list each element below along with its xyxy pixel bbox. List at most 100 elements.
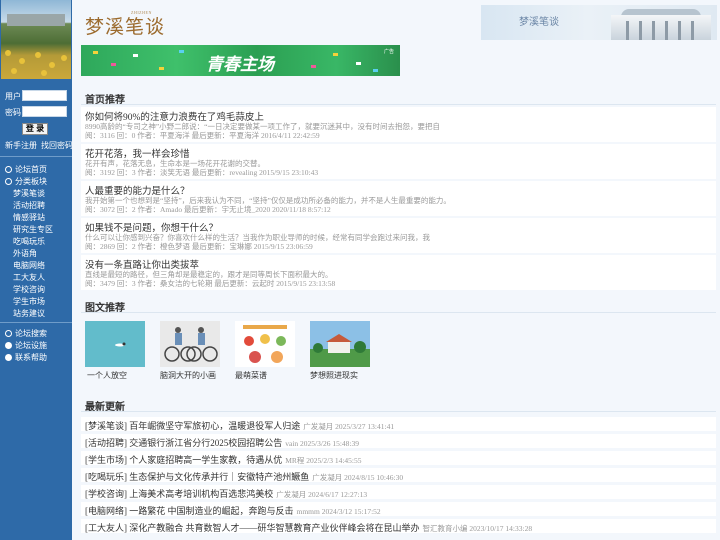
nav-search[interactable]: 论坛搜索 [5,328,47,339]
picture-caption[interactable]: 脑洞大开的小画 [160,370,216,381]
nav-home-label: 论坛首页 [15,165,47,174]
nav-search-label: 论坛搜索 [15,329,47,338]
nav-settings[interactable]: 论坛设施 [5,340,47,351]
nav-sub-item[interactable]: 电脑网络 [13,260,45,271]
cyclists-illustration [160,321,220,367]
header-banner: 梦溪笔谈 [481,5,717,40]
latest-meta: 广发凝月 2025/3/27 13:41:41 [303,422,395,431]
username-input[interactable] [22,90,67,101]
circle-icon [5,178,12,185]
post-meta: 阅：2869 回：2 作者：橙色梦语 最后更新：宝琳娜 2015/9/15 23… [85,242,313,251]
latest-item[interactable]: [吃喝玩乐] 生态保护与文化传承并行｜安徽特产池州鳜鱼 广发凝月 2024/8/1… [81,468,716,482]
register-link[interactable]: 新手注册 [5,141,37,150]
photo-flower [49,62,55,68]
latest-meta: 广发凝月 2024/8/15 10:46:30 [312,473,404,482]
nav-help-label: 联系帮助 [15,353,47,362]
latest-item[interactable]: [梦溪笔谈] 百年崛微坚守军旅初心，温暖退役军人归途 广发凝月 2025/3/27… [81,417,716,431]
ad-confetti [179,50,184,53]
nav-sub-item[interactable]: 活动招聘 [13,200,45,211]
nav-home[interactable]: 论坛首页 [5,164,47,175]
latest-meta: 广发凝月 2024/6/17 12:27:13 [276,490,368,499]
ad-confetti [333,53,338,56]
ad-confetti [311,65,316,68]
section-divider [81,411,716,412]
section-divider [81,312,716,313]
login-button[interactable]: 登 录 [22,123,48,135]
ad-badge: 广告 [383,50,394,55]
latest-title[interactable]: [活动招聘] 交通银行浙江省分行2025校园招聘公告 [85,438,282,448]
latest-title[interactable]: [学生市场] 个人家庭招聘高一学生家教，待遇从优 [85,455,282,465]
ad-confetti [133,54,138,57]
latest-meta: mmmm 2024/3/12 15:17:52 [296,507,381,516]
latest-title[interactable]: [吃喝玩乐] 生态保护与文化传承并行｜安徽特产池州鳜鱼 [85,472,309,482]
post-meta: 阅：3479 回：3 作者：桑女洁的七轮期 最后更新：云起时 2015/9/15… [85,279,336,288]
nav-sub-item[interactable]: 工大友人 [13,272,45,283]
photo-flower [19,58,25,64]
password-row: 密码 [5,106,67,118]
latest-item[interactable]: [活动招聘] 交通银行浙江省分行2025校园招聘公告 vain 2025/3/26… [81,434,716,448]
banner-column [665,21,668,40]
password-label: 密码 [5,108,21,117]
picture-thumb[interactable] [235,321,295,367]
post-meta: 阅：3072 回：2 作者：Amado 最后更新：宇无止境_2020 2020/… [85,205,331,214]
latest-title[interactable]: [电脑网络] 一路繁花 中国制造业的崛起，奔跑与反击 [85,506,294,516]
filled-circle-icon [5,354,12,361]
post-item[interactable]: 如果钱不是问题，你想干什么？ 什么可以让你感到兴奋？你喜欢什么样的生活？当我作为… [81,218,716,253]
nav-sub-item[interactable]: 学校咨询 [13,284,45,295]
latest-title[interactable]: [工大友人] 深化产教融合 共育数智人才——研华智慧教育产业伙伴峰会将在昆山举办 [85,523,420,533]
picture-thumb[interactable] [160,321,220,367]
password-input[interactable] [22,106,67,117]
sidebar-divider [0,156,72,157]
filled-circle-icon [5,342,12,349]
nav-help[interactable]: 联系帮助 [5,352,47,363]
banner-caption: 梦溪笔谈 [519,17,559,28]
latest-item[interactable]: [电脑网络] 一路繁花 中国制造业的崛起，奔跑与反击 mmmm 2024/3/12… [81,502,716,516]
nav-sub-item[interactable]: 吃喝玩乐 [13,236,45,247]
campus-photo [1,0,71,79]
photo-flower [35,52,41,58]
nav-sub-item[interactable]: 梦溪笔谈 [13,188,45,199]
nav-sub-item[interactable]: 情感驿站 [13,212,45,223]
dream-landscape-illustration [310,321,370,367]
banner-column [626,21,629,40]
post-item[interactable]: 花开花落，我一样会珍惜 花开有声，花落无息，生命本是一场花开花谢的交替。 阅：3… [81,144,716,179]
latest-item[interactable]: [学校咨询] 上海美术高考培训机构百选悲鸿美校 广发凝月 2024/6/17 12… [81,485,716,499]
post-item[interactable]: 没有一条直路让你出类拔萃 直线是最短的路径，但三角却是最稳定的，跟才是同等周长下… [81,255,716,290]
forgot-password-link[interactable]: 找回密码 [41,141,72,150]
photo-building [7,14,65,26]
picture-thumb[interactable] [85,321,145,367]
post-meta: 阅：3192 回：3 作者：淡笑无语 最后更新：revealing 2015/9… [85,168,319,177]
ad-banner[interactable]: 青春主场 广告 [81,45,400,76]
banner-column [639,21,642,40]
sidebar-divider [0,322,72,323]
photo-flower [5,50,11,56]
latest-meta: MR程 2025/2/3 14:45:55 [285,456,362,465]
recipe-illustration [235,321,295,367]
latest-title[interactable]: [梦溪笔谈] 百年崛微坚守军旅初心，温暖退役军人归途 [85,421,300,431]
ad-confetti [373,69,378,72]
post-item[interactable]: 你如何将90%的注意力浪费在了鸡毛蒜皮上 8990高龄的“专司之神”小野二郎说：… [81,107,716,142]
picture-thumb[interactable] [310,321,370,367]
post-item[interactable]: 人最重要的能力是什么？ 我开始第一个也想到是“坚持”，后来我认为不同，“坚持”仅… [81,181,716,216]
nav-sub-item[interactable]: 外语角 [13,248,37,259]
picture-caption[interactable]: 梦想照进现实 [310,370,358,381]
latest-item[interactable]: [学生市场] 个人家庭招聘高一学生家教，待遇从优 MR程 2025/2/3 14:… [81,451,716,465]
nav-sub-item[interactable]: 研究生专区 [13,224,53,235]
swimmer-illustration [85,321,145,367]
nav-sub-item[interactable]: 学生市场 [13,296,45,307]
nav-settings-label: 论坛设施 [15,341,47,350]
photo-flower [61,55,67,61]
picture-caption[interactable]: 一个人放空 [87,370,127,381]
ad-confetti [159,67,164,70]
latest-item[interactable]: [工大友人] 深化产教融合 共育数智人才——研华智慧教育产业伙伴峰会将在昆山举办… [81,519,716,533]
nav-sections-label: 分类板块 [15,177,47,186]
username-label: 用户 [5,92,21,101]
photo-flower [11,68,17,74]
picture-caption[interactable]: 最萌菜谱 [235,370,267,381]
nav-sections[interactable]: 分类板块 [5,176,47,187]
circle-icon [5,166,12,173]
nav-sub-item[interactable]: 站务建议 [13,308,45,319]
ad-confetti [111,63,116,66]
site-logo[interactable]: 梦溪笔谈 [85,12,165,39]
latest-title[interactable]: [学校咨询] 上海美术高考培训机构百选悲鸿美校 [85,489,273,499]
